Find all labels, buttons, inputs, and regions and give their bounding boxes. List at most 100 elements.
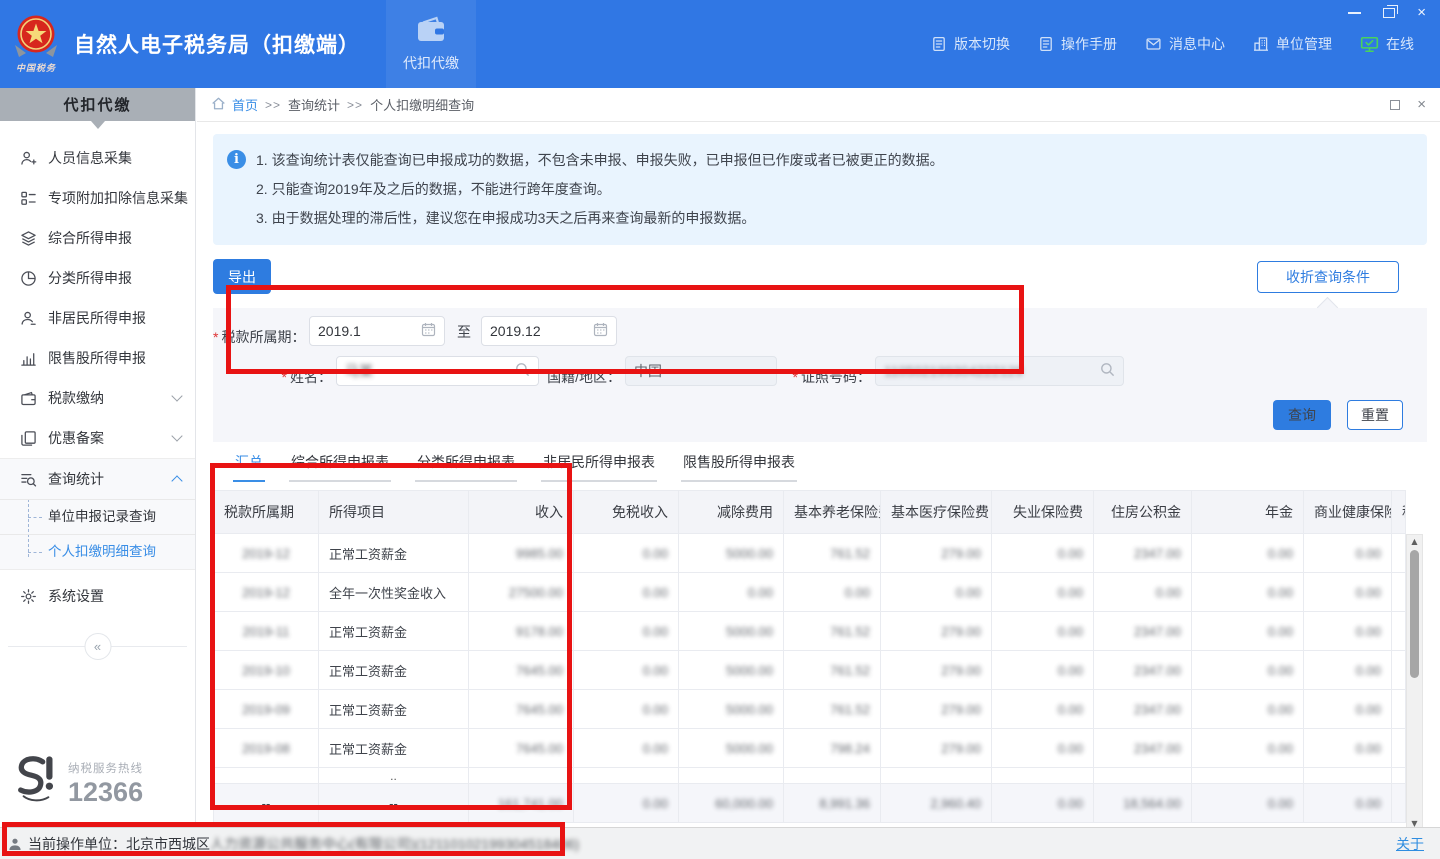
vertical-scrollbar[interactable]: ▲ ▼	[1406, 534, 1423, 831]
nationality-input[interactable]: 中国	[625, 356, 777, 386]
tax-bureau-logo: 中国税务	[8, 14, 64, 74]
table-cell: 5000.00	[679, 690, 784, 729]
table-cell: 正常工资薪金	[319, 729, 469, 768]
required-mark: *	[213, 329, 218, 345]
table-cell: 2,960.40	[881, 784, 992, 823]
table-cell: 761.52	[784, 612, 881, 651]
required-mark: *	[282, 369, 287, 385]
table-cell: 0.00	[1192, 690, 1304, 729]
toolbar: 导出 收折查询条件	[213, 259, 1427, 294]
table-cell: 0.00	[574, 784, 679, 823]
menu-org-management[interactable]: 单位管理	[1253, 34, 1332, 54]
table-cell: 0.00	[992, 651, 1094, 690]
tab-comprehensive[interactable]: 综合所得申报表	[289, 452, 391, 482]
current-unit-redacted: 人力资源公共服务中心(有限公司)(12110102199304518406)	[210, 834, 579, 854]
online-monitor-icon	[1360, 36, 1379, 53]
sidebar-item-classified-income[interactable]: 分类所得申报	[0, 258, 195, 298]
sidebar-header: 代扣代缴	[0, 88, 195, 121]
table-cell: 0.00	[992, 690, 1094, 729]
column-header: 税款所属期	[214, 491, 319, 534]
sidebar-item-personnel-info[interactable]: 人员信息采集	[0, 138, 195, 178]
tab-summary[interactable]: 汇总	[233, 452, 265, 482]
status-bar: 当前操作单位：北京市西城区人力资源公共服务中心(有限公司)(1211010219…	[0, 827, 1440, 859]
breadcrumb-home[interactable]: 首页	[232, 95, 258, 114]
document-icon	[1038, 36, 1054, 52]
sidebar-subitem-personal-detail-query[interactable]: 个人扣缴明细查询	[0, 534, 195, 569]
about-link[interactable]: 关于	[1396, 834, 1424, 854]
sidebar-item-system-settings[interactable]: 系统设置	[0, 576, 195, 616]
table-cell: 2019-12	[214, 534, 319, 573]
table-cell: 798.24	[784, 729, 881, 768]
content: i 1. 该查询统计表仅能查询已申报成功的数据，不包含未申报、申报失败，已申报但…	[197, 122, 1440, 852]
menu-online[interactable]: 在线	[1360, 34, 1414, 54]
restore-icon[interactable]	[1383, 8, 1395, 18]
panel-maximize-icon[interactable]	[1390, 100, 1400, 110]
calendar-icon	[421, 322, 436, 340]
menu-message-center[interactable]: 消息中心	[1145, 34, 1225, 54]
table-cell	[992, 768, 1094, 784]
breadcrumb-section: 查询统计	[288, 95, 340, 114]
period-to-input[interactable]: 2019.12	[481, 316, 617, 346]
sidebar-item-label: 人员信息采集	[48, 148, 132, 168]
menu-version-switch[interactable]: 版本切换	[931, 34, 1010, 54]
tab-classified[interactable]: 分类所得申报表	[415, 452, 517, 482]
scroll-up-icon[interactable]: ▲	[1407, 537, 1422, 546]
sidebar-item-query-stats[interactable]: 查询统计	[0, 459, 195, 499]
table-zone: 税款所属期所得项目收入免税收入减除费用基本养老保险费基本医疗保险费失业保险费住房…	[213, 490, 1427, 852]
sidebar-item-comprehensive-income[interactable]: 综合所得申报	[0, 218, 195, 258]
table-cell: 0.00	[992, 729, 1094, 768]
table-cell: 2347.00	[1094, 729, 1192, 768]
table-cell	[1392, 784, 1406, 823]
close-icon[interactable]: ×	[1417, 6, 1426, 20]
panel-notch	[1317, 297, 1338, 318]
table-cell	[1392, 768, 1406, 784]
sidebar-item-special-deduction[interactable]: 专项附加扣除信息采集	[0, 178, 195, 218]
query-button[interactable]: 查询	[1273, 400, 1331, 430]
table-cell: 0.00	[574, 729, 679, 768]
period-label: *税款所属期：	[213, 322, 305, 352]
sidebar-item-nonresident-income[interactable]: 非居民所得申报	[0, 298, 195, 338]
table-cell: 0.00	[1192, 534, 1304, 573]
vertical-scroll-thumb[interactable]	[1410, 550, 1419, 678]
current-unit-prefix: 当前操作单位：	[28, 834, 126, 854]
reset-button[interactable]: 重置	[1347, 400, 1403, 430]
table-cell: 7645.00	[469, 651, 574, 690]
panel-close-icon[interactable]: ×	[1417, 99, 1426, 111]
tab-restricted[interactable]: 限售股所得申报表	[681, 452, 797, 482]
table-row-partial: ..	[214, 768, 1406, 784]
notice-line: 2. 只能查询2019年及之后的数据，不能进行跨年度查询。	[256, 175, 944, 204]
table-cell: 279.00	[881, 690, 992, 729]
sidebar-collapse-button[interactable]: «	[84, 633, 111, 660]
name-input[interactable]: 马某	[336, 356, 539, 386]
export-button[interactable]: 导出	[213, 259, 271, 294]
sidebar-item-tax-payment[interactable]: 税款缴纳	[0, 378, 195, 418]
menu-manual[interactable]: 操作手册	[1038, 34, 1117, 54]
mail-icon	[1145, 36, 1162, 52]
search-list-icon	[20, 471, 37, 488]
hotline-number: 12366	[68, 779, 143, 806]
column-header: 基本养老保险费	[784, 491, 881, 534]
form-list-icon	[20, 190, 37, 207]
id-number-input[interactable]: 110502199304222129	[875, 356, 1124, 386]
table-cell: 0.00	[881, 573, 992, 612]
chevron-up-icon	[171, 475, 182, 486]
minimize-icon[interactable]	[1348, 12, 1361, 14]
header-tab-withholding[interactable]: 代扣代缴	[386, 0, 476, 88]
table-row: 2019-11正常工资薪金9178.000.005000.00761.52279…	[214, 612, 1406, 651]
sidebar-item-label: 系统设置	[48, 586, 104, 606]
table-cell	[1392, 534, 1406, 573]
calendar-icon	[593, 322, 608, 340]
notice-lines: 1. 该查询统计表仅能查询已申报成功的数据，不包含未申报、申报失败，已申报但已作…	[256, 146, 944, 233]
table-cell	[1392, 573, 1406, 612]
tab-nonresident[interactable]: 非居民所得申报表	[541, 452, 657, 482]
name-label: *姓名：	[213, 362, 332, 392]
table-header-row: 税款所属期所得项目收入免税收入减除费用基本养老保险费基本医疗保险费失业保险费住房…	[214, 491, 1406, 534]
sidebar-item-restricted-stock[interactable]: 限售股所得申报	[0, 338, 195, 378]
table-cell: 0.00	[1094, 573, 1192, 612]
sidebar-item-preferential-filing[interactable]: 优惠备案	[0, 418, 195, 458]
period-from-input[interactable]: 2019.1	[309, 316, 445, 346]
collapse-query-button[interactable]: 收折查询条件	[1257, 261, 1399, 293]
sidebar-subitem-unit-record-query[interactable]: 单位申报记录查询	[0, 499, 195, 534]
table-row: 2019-10正常工资薪金7645.000.005000.00761.52279…	[214, 651, 1406, 690]
table-cell: 27500.00	[469, 573, 574, 612]
